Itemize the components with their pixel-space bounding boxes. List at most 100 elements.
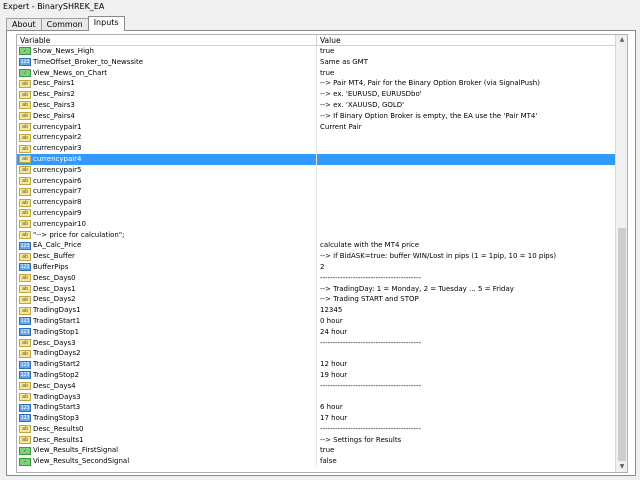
value-cell[interactable]: ---------------------------------------- xyxy=(317,381,627,392)
value-cell[interactable]: --> If Binary Option Broker is empty, th… xyxy=(317,111,627,122)
value-cell[interactable]: --> Pair MT4, Pair for the Binary Option… xyxy=(317,78,627,89)
table-row[interactable]: ab currencypair10 xyxy=(17,218,627,230)
table-row[interactable]: ab Desc_Pairs1 --> Pair MT4, Pair for the … xyxy=(17,78,627,90)
value-cell[interactable]: Current Pair xyxy=(317,122,627,133)
scroll-thumb[interactable] xyxy=(618,228,626,461)
value-cell[interactable]: 24 hour xyxy=(317,327,627,338)
value-cell[interactable]: true xyxy=(317,68,627,79)
table-row[interactable]: 123 TradingStart3 6 hour xyxy=(17,402,627,414)
value-cell[interactable]: ---------------------------------------- xyxy=(317,424,627,435)
value-cell[interactable]: --> Settings for Results xyxy=(317,435,627,446)
value-cell[interactable]: --> ex. 'XAUUSD, GOLD' xyxy=(317,100,627,111)
variable-cell: 123 TradingStop3 xyxy=(17,413,317,424)
table-row[interactable]: 123 TradingStop2 19 hour xyxy=(17,369,627,381)
value-cell[interactable]: --> TradingDay: 1 = Monday, 2 = Tuesday … xyxy=(317,284,627,295)
table-row[interactable]: ab Desc_Pairs4 --> If Binary Option Broker… xyxy=(17,110,627,122)
string-icon: ab xyxy=(19,155,31,164)
table-row[interactable]: ab Desc_Days3 ----------------------------… xyxy=(17,337,627,349)
value-cell[interactable] xyxy=(317,165,627,176)
table-row[interactable]: ab currencypair8 xyxy=(17,197,627,208)
tab-bar: About Common Inputs xyxy=(6,16,125,31)
value-cell[interactable]: calculate with the MT4 price xyxy=(317,240,627,251)
table-row[interactable]: ab TradingDays2 xyxy=(17,348,627,360)
value-cell[interactable]: 6 hour xyxy=(317,402,627,413)
table-row[interactable]: ab Desc_Days0 ----------------------------… xyxy=(17,272,627,284)
value-cell[interactable] xyxy=(317,143,627,154)
table-row[interactable]: ab Desc_Buffer --> if BidASK=true: buffer … xyxy=(17,251,627,262)
variable-name: TimeOffset_Broker_to_Newssite xyxy=(33,57,144,66)
table-row[interactable]: ab Desc_Results1 --> Settings for Results xyxy=(17,434,627,446)
table-row[interactable]: ab Desc_Results0 -------------------------… xyxy=(17,423,627,435)
table-row[interactable]: ab currencypair9 xyxy=(17,207,627,219)
table-row[interactable]: ab currencypair4 xyxy=(17,153,627,165)
table-row[interactable]: ab Desc_Days4 ----------------------------… xyxy=(17,380,627,392)
table-row[interactable]: ab currencypair1 Current Pair xyxy=(17,121,627,133)
value-cell[interactable] xyxy=(317,348,627,359)
table-row[interactable]: 123 TradingStart1 0 hour xyxy=(17,315,627,327)
table-row[interactable]: ab currencypair5 xyxy=(17,164,627,176)
value-cell[interactable]: ---------------------------------------- xyxy=(317,273,627,284)
vertical-scrollbar[interactable]: ▲ ▼ xyxy=(615,35,627,472)
table-row[interactable]: 123 TradingStart2 12 hour xyxy=(17,359,627,370)
string-icon: ab xyxy=(19,220,31,229)
table-row[interactable]: ab TradingDays3 xyxy=(17,391,627,403)
value-cell[interactable] xyxy=(317,219,627,230)
table-row[interactable]: 123 TradingStop3 17 hour xyxy=(17,413,627,424)
value-cell[interactable]: 2 xyxy=(317,262,627,273)
table-row[interactable]: ab Desc_Days1 --> TradingDay: 1 = Monday, … xyxy=(17,283,627,295)
value-cell[interactable]: Same as GMT xyxy=(317,57,627,68)
value-cell[interactable] xyxy=(317,392,627,403)
table-row[interactable]: ab currencypair3 xyxy=(17,143,627,154)
value-cell[interactable]: --> if BidASK=true: buffer WIN/Lost in p… xyxy=(317,251,627,262)
variable-name: TradingStart3 xyxy=(33,403,81,412)
string-icon: ab xyxy=(19,252,31,261)
value-cell[interactable]: true xyxy=(317,445,627,456)
scroll-down-arrow-icon[interactable]: ▼ xyxy=(617,462,627,472)
value-cell[interactable]: --> ex. 'EURUSD, EURUSDbo' xyxy=(317,89,627,100)
tab-inputs[interactable]: Inputs xyxy=(87,16,125,31)
table-row[interactable]: ab TradingDays1 12345 xyxy=(17,305,627,316)
value-cell[interactable]: true xyxy=(317,46,627,57)
value-cell[interactable]: --> Trading START and STOP xyxy=(317,294,627,305)
variable-name: Desc_Days2 xyxy=(33,295,76,304)
value-cell[interactable] xyxy=(317,154,627,165)
bool-icon: ✓ xyxy=(19,68,31,77)
column-header-variable[interactable]: Variable xyxy=(17,35,317,45)
table-row[interactable]: ab Desc_Days2 --> Trading START and STOP xyxy=(17,294,627,306)
variable-name: Desc_Pairs1 xyxy=(33,79,75,88)
table-row[interactable]: 123 TimeOffset_Broker_to_Newssite Same as … xyxy=(17,56,627,68)
value-cell[interactable]: 0 hour xyxy=(317,316,627,327)
value-cell[interactable]: 12 hour xyxy=(317,359,627,370)
value-cell[interactable] xyxy=(317,132,627,143)
table-row[interactable]: ab currencypair7 xyxy=(17,186,627,198)
table-row[interactable]: ab Desc_Pairs3 --> ex. 'XAUUSD, GOLD' xyxy=(17,99,627,111)
value-cell[interactable] xyxy=(317,176,627,187)
value-cell[interactable]: 17 hour xyxy=(317,413,627,424)
value-cell[interactable]: ---------------------------------------- xyxy=(317,338,627,349)
value-cell[interactable] xyxy=(317,186,627,197)
table-row[interactable]: ab "--> price for calculation"; xyxy=(17,229,627,241)
string-icon: ab xyxy=(19,274,31,283)
integer-icon: 123 xyxy=(19,328,31,337)
value-cell[interactable] xyxy=(317,197,627,208)
table-row[interactable]: ab currencypair2 xyxy=(17,132,627,144)
value-cell[interactable]: false xyxy=(317,456,627,467)
variable-cell: 123 TradingStart2 xyxy=(17,359,317,370)
table-row[interactable]: ab Desc_Pairs2 --> ex. 'EURUSD, EURUSDbo' xyxy=(17,89,627,100)
table-row[interactable]: 123 BufferPips 2 xyxy=(17,261,627,273)
table-row[interactable]: 123 EA_Calc_Price calculate with the MT4 p… xyxy=(17,240,627,252)
value-cell[interactable]: 12345 xyxy=(317,305,627,316)
table-row[interactable]: ✓ View_News_on_Chart true xyxy=(17,67,627,79)
variable-cell: ab currencypair3 xyxy=(17,143,317,154)
value-cell[interactable]: 19 hour xyxy=(317,370,627,381)
table-row[interactable]: ✓ View_Results_SecondSignal false xyxy=(17,456,627,468)
scroll-up-arrow-icon[interactable]: ▲ xyxy=(617,35,627,45)
table-row[interactable]: ✓ View_Results_FirstSignal true xyxy=(17,445,627,457)
value-cell[interactable] xyxy=(317,230,627,241)
table-row[interactable]: ab currencypair6 xyxy=(17,175,627,187)
table-row[interactable]: ✓ Show_News_High true xyxy=(17,46,627,57)
variable-name: View_Results_FirstSignal xyxy=(33,446,119,455)
value-cell[interactable] xyxy=(317,208,627,219)
column-header-value[interactable]: Value xyxy=(317,35,627,45)
table-row[interactable]: 123 TradingStop1 24 hour xyxy=(17,326,627,338)
